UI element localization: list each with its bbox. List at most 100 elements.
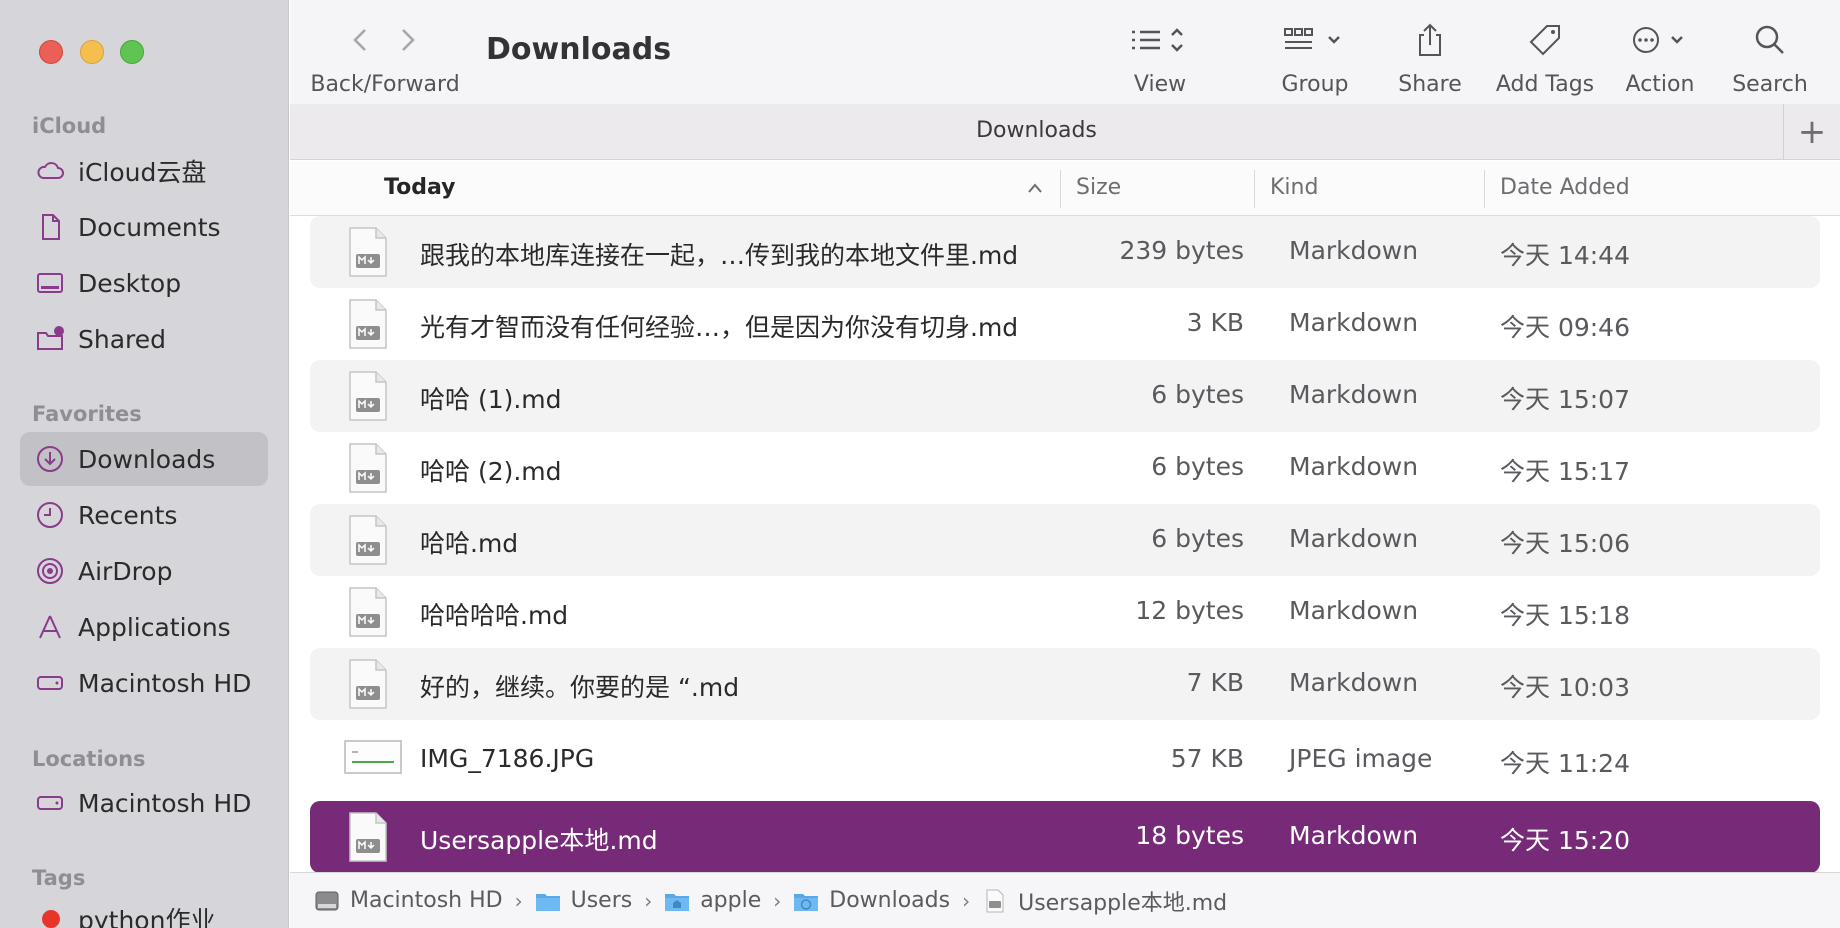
close-window-button[interactable]	[39, 40, 63, 64]
column-divider[interactable]	[1060, 170, 1061, 208]
sidebar-item-documents[interactable]: Documents	[20, 200, 268, 254]
file-row[interactable]: 哈哈哈哈.md 12 bytes Markdown 今天 15:18	[310, 576, 1820, 648]
view-button[interactable]: View	[1110, 20, 1210, 97]
file-name: 光有才智而没有任何经验…，但是因为你没有切身.md	[420, 313, 1019, 342]
group-label: Group	[1281, 72, 1349, 97]
file-row[interactable]: 跟我的本地库连接在一起，…传到我的本地文件里.md 239 bytes Mark…	[310, 216, 1820, 288]
sidebar-item-label: Documents	[78, 212, 221, 242]
downloads-folder-icon	[794, 893, 819, 911]
path-item-apple[interactable]: apple	[664, 888, 761, 914]
file-row-selected[interactable]: Usersapple本地.md 18 bytes Markdown 今天 15:…	[310, 801, 1820, 873]
file-size: 3 KB	[1186, 308, 1244, 337]
file-kind: Markdown	[1289, 821, 1419, 850]
search-button[interactable]: Search	[1720, 20, 1820, 97]
path-item-file[interactable]: Usersapple本地.md	[982, 885, 1227, 917]
folder-icon	[535, 893, 560, 911]
file-date-added: 今天 15:18	[1500, 601, 1630, 630]
file-name: 哈哈 (1).md	[420, 385, 562, 414]
file-name: 哈哈 (2).md	[420, 457, 562, 486]
sidebar-item-applications[interactable]: Applications	[20, 600, 268, 654]
add-tags-label: Add Tags	[1495, 72, 1595, 97]
column-headers: Today Size Kind Date Added	[290, 161, 1840, 216]
file-kind: Markdown	[1289, 308, 1419, 337]
file-kind: Markdown	[1289, 236, 1419, 265]
markdown-file-icon	[349, 515, 387, 565]
column-header-name[interactable]: Today	[384, 175, 455, 200]
sidebar-item-label: iCloud云盘	[78, 158, 207, 187]
file-name: 好的，继续。你要的是 “.md	[420, 673, 740, 702]
list-view-icon	[1132, 28, 1183, 52]
drive-icon	[34, 667, 66, 699]
column-divider[interactable]	[1254, 170, 1255, 208]
action-button[interactable]: Action	[1610, 20, 1710, 97]
path-item-macintosh-hd[interactable]: Macintosh HD	[314, 888, 503, 914]
new-tab-button[interactable]: +	[1783, 104, 1840, 160]
drive-icon	[34, 787, 66, 819]
markdown-file-icon	[349, 371, 387, 421]
share-icon	[1419, 23, 1441, 56]
sidebar-section-icloud: iCloud	[32, 114, 107, 138]
sidebar-section-tags: Tags	[32, 866, 86, 890]
sidebar-item-shared[interactable]: Shared	[20, 312, 268, 366]
back-forward-control[interactable]: Back/Forward	[310, 20, 460, 97]
path-item-label: Downloads	[829, 888, 951, 913]
share-button[interactable]: Share	[1390, 20, 1470, 97]
file-kind: Markdown	[1289, 452, 1419, 481]
sidebar-item-airdrop[interactable]: AirDrop	[20, 544, 268, 598]
applications-icon	[34, 611, 66, 643]
file-kind: JPEG image	[1289, 744, 1433, 773]
file-row[interactable]: 哈哈.md 6 bytes Markdown 今天 15:06	[310, 504, 1820, 576]
file-date-added: 今天 15:07	[1500, 385, 1630, 414]
file-row[interactable]: 好的，继续。你要的是 “.md 7 KB Markdown 今天 10:03	[310, 648, 1820, 720]
toolbar: Back/Forward Downloads View Group Share …	[290, 0, 1840, 104]
markdown-file-icon	[349, 812, 387, 862]
downloads-icon	[34, 443, 66, 475]
file-date-added: 今天 15:06	[1500, 529, 1630, 558]
chevron-left-right-icon[interactable]	[345, 20, 425, 60]
column-header-size[interactable]: Size	[1076, 175, 1121, 200]
sidebar-item-downloads[interactable]: Downloads	[20, 432, 268, 486]
sidebar-item-location-macintosh-hd[interactable]: Macintosh HD	[20, 776, 268, 830]
file-row[interactable]: 哈哈 (1).md 6 bytes Markdown 今天 15:07	[310, 360, 1820, 432]
add-tags-button[interactable]: Add Tags	[1490, 20, 1600, 97]
zoom-window-button[interactable]	[120, 40, 144, 64]
file-name: Usersapple本地.md	[420, 826, 658, 855]
file-date-added: 今天 15:20	[1500, 826, 1630, 855]
group-button[interactable]: Group	[1260, 20, 1370, 97]
file-name: 哈哈.md	[420, 529, 519, 558]
file-row[interactable]: 哈哈 (2).md 6 bytes Markdown 今天 15:17	[310, 432, 1820, 504]
file-date-added: 今天 10:03	[1500, 673, 1630, 702]
column-header-date-added[interactable]: Date Added	[1500, 175, 1630, 200]
file-kind: Markdown	[1289, 524, 1419, 553]
markdown-file-icon	[349, 299, 387, 349]
column-divider[interactable]	[1484, 170, 1485, 208]
path-item-label: Users	[570, 888, 633, 913]
finder-window: iCloud iCloud云盘 Documents Desktop Shared	[0, 0, 1840, 928]
file-kind: Markdown	[1289, 596, 1419, 625]
minimize-window-button[interactable]	[80, 40, 104, 64]
search-icon	[1755, 25, 1784, 54]
file-kind: Markdown	[1289, 668, 1419, 697]
tab-downloads[interactable]: Downloads	[290, 118, 1783, 143]
sidebar-item-label: Macintosh HD	[78, 668, 252, 698]
sort-ascending-icon[interactable]	[1026, 181, 1044, 195]
path-separator: ›	[962, 888, 971, 913]
file-date-added: 今天 15:17	[1500, 457, 1630, 486]
view-label: View	[1133, 72, 1187, 97]
desktop-icon	[34, 267, 66, 299]
file-row[interactable]: 光有才智而没有任何经验…，但是因为你没有切身.md 3 KB Markdown …	[310, 288, 1820, 360]
markdown-file-icon	[349, 443, 387, 493]
sidebar-item-icloud-drive[interactable]: iCloud云盘	[20, 144, 268, 198]
file-list: 跟我的本地库连接在一起，…传到我的本地文件里.md 239 bytes Mark…	[290, 216, 1840, 873]
path-item-users[interactable]: Users	[535, 888, 633, 914]
file-row[interactable]: IMG_7186.JPG 57 KB JPEG image 今天 11:24	[310, 720, 1820, 798]
column-header-kind[interactable]: Kind	[1270, 175, 1318, 200]
sidebar-item-recents[interactable]: Recents	[20, 488, 268, 542]
sidebar-item-macintosh-hd[interactable]: Macintosh HD	[20, 656, 268, 710]
sidebar-item-tag-python[interactable]: python作业	[20, 892, 268, 928]
markdown-file-icon	[349, 227, 387, 277]
path-item-downloads[interactable]: Downloads	[793, 888, 950, 914]
file-name: 跟我的本地库连接在一起，…传到我的本地文件里.md	[420, 241, 1019, 270]
file-size: 6 bytes	[1151, 524, 1244, 553]
sidebar-item-desktop[interactable]: Desktop	[20, 256, 268, 310]
